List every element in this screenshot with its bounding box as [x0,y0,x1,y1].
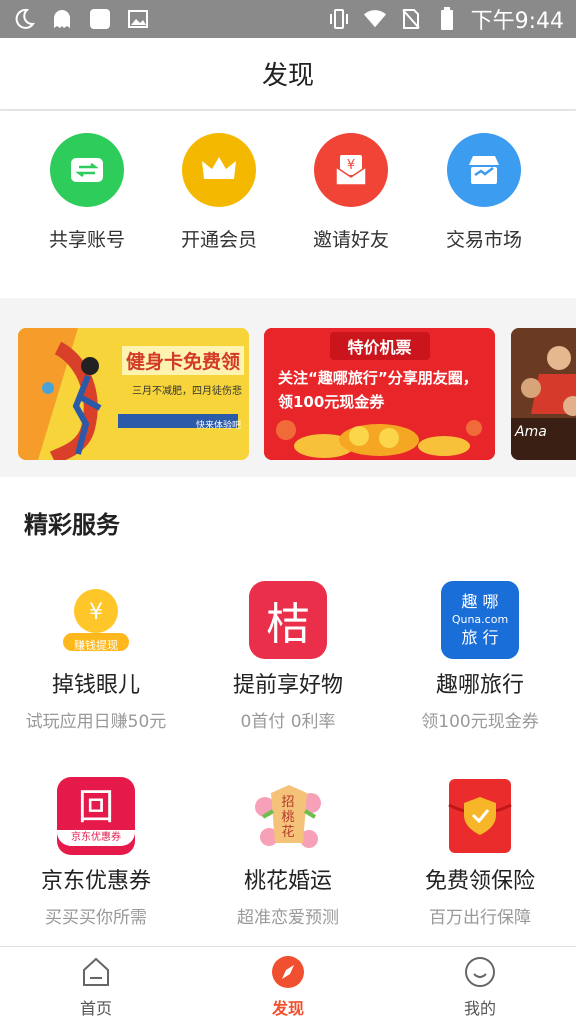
fitness-card-banner[interactable]: 健身卡免费领 三月不减肥，四月徒伤悲 快来体验吧 [18,328,249,460]
quna-line-1: 趣 哪 [461,592,499,611]
service-subtitle: 试玩应用日赚50元 [25,712,167,732]
market-button[interactable]: 交易市场 [418,133,550,252]
market-icon [447,133,521,207]
nav-label-mine: 我的 [463,999,496,1018]
vibrate-icon [327,8,351,30]
services-title: 精彩服务 [24,511,120,539]
market-label: 交易市场 [445,229,522,251]
compass-icon [271,955,305,989]
jd-glyph: 回 [77,787,114,828]
quna-line-2: Quna.com [451,613,509,626]
service-item-coin[interactable]: ¥ 赚钱提现 掉钱眼儿 试玩应用日赚50元 [0,581,192,732]
service-subtitle: 超准恋爱预测 [237,908,339,928]
service-subtitle: 0首付 0利率 [240,712,336,732]
nav-item-mine[interactable]: 我的 [384,947,576,1024]
nav-item-discover[interactable]: 发现 [192,947,384,1024]
service-name: 免费领保险 [424,869,535,894]
fitness-banner-title: 健身卡免费领 [122,346,245,375]
no-sim-icon [399,8,423,30]
flight-ticket-banner[interactable]: 特价机票 关注“趣哪旅行”分享朋友圈，领100元现金券 [264,328,495,460]
service-name: 提前享好物 [232,673,343,698]
jie-icon: 桔 [249,581,327,659]
service-name: 京东优惠券 [40,869,151,894]
service-name: 掉钱眼儿 [51,673,140,698]
service-subtitle: 领100元现金券 [421,712,539,732]
crown-icon [182,133,256,207]
service-item-jie[interactable]: 桔 提前享好物 0首付 0利率 [192,581,384,732]
vip-label: 开通会员 [180,229,257,251]
moon-icon [12,8,36,30]
service-item-peach[interactable]: 招桃花 桃花婚运 超准恋爱预测 [192,777,384,928]
coin-withdraw-icon: ¥ 赚钱提现 [57,581,135,659]
quna-line-3: 旅 行 [461,628,499,647]
bottom-nav: 首页 发现 我的 [0,946,576,1024]
celebrity-banner-text: Ama [515,424,547,440]
status-bar: 下午9:44 [0,0,576,38]
share-account-icon [50,133,124,207]
service-name: 桃花婚运 [243,869,332,894]
service-subtitle: 百万出行保障 [429,908,531,928]
app-icon [88,8,112,30]
svg-text:¥: ¥ [89,600,103,625]
insurance-icon [441,777,519,855]
ghost-icon [50,8,74,30]
share-account-button[interactable]: 共享账号 [21,133,153,252]
fitness-banner-subtitle: 三月不减肥，四月徒伤悲 [132,386,242,397]
image-icon [126,8,150,30]
battery-icon [435,7,459,30]
flight-banner-title: 特价机票 [347,338,412,357]
svg-text:¥: ¥ [347,158,355,173]
services-section: 精彩服务 ¥ 赚钱提现 掉钱眼儿 试玩应用日赚50元 桔 提前享好物 0首付 0… [0,477,576,946]
invite-friends-button[interactable]: ¥ 邀请好友 [285,133,417,252]
flight-banner-text: 关注“趣哪旅行”分享朋友圈，领100元现金券 [278,369,478,411]
banner-carousel[interactable]: 健身卡免费领 三月不减肥，四月徒伤悲 快来体验吧 特价机票 关注“趣哪旅行”分享… [0,310,576,477]
quick-actions: 共享账号 开通会员 ¥ 邀请好友 交易市场 [0,111,576,298]
fitness-banner-tag: 快来体验吧 [196,421,242,431]
vip-button[interactable]: 开通会员 [153,133,285,252]
peach-blossom-icon: 招桃花 [249,777,327,855]
celebrity-banner[interactable]: Ama [511,328,576,460]
nav-label-discover: 发现 [271,999,304,1018]
jd-badge: 京东优惠券 [57,830,135,846]
quna-icon: 趣 哪 Quna.com 旅 行 [441,581,519,659]
peach-glyph: 招桃花 [281,795,295,840]
title-bar: 发现 [0,38,576,110]
share-account-label: 共享账号 [48,229,125,251]
home-icon [79,955,113,989]
service-subtitle: 买买买你所需 [45,908,147,928]
invite-friends-label: 邀请好友 [312,229,389,251]
celebrity-banner-art [511,328,576,460]
service-item-jd[interactable]: 回 京东优惠券 京东优惠券 买买买你所需 [0,777,192,928]
wifi-icon [363,8,387,30]
page-title: 发现 [261,61,314,91]
smile-icon [463,955,497,989]
status-time: 下午9:44 [470,9,564,34]
service-item-insurance[interactable]: 免费领保险 百万出行保障 [384,777,576,928]
red-envelope-icon: ¥ [314,133,388,207]
service-name: 趣哪旅行 [435,673,524,698]
nav-item-home[interactable]: 首页 [0,947,192,1024]
coin-badge: 赚钱提现 [74,639,118,652]
jie-glyph: 桔 [266,599,310,650]
jd-coupon-icon: 回 京东优惠券 [57,777,135,855]
service-item-quna[interactable]: 趣 哪 Quna.com 旅 行 趣哪旅行 领100元现金券 [384,581,576,732]
nav-label-home: 首页 [79,999,112,1018]
